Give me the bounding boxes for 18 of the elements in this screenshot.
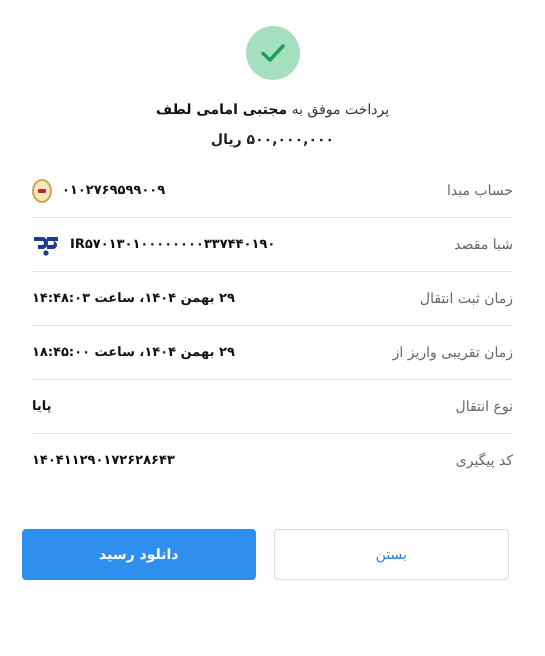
close-button[interactable]: بستن — [274, 529, 509, 580]
detail-value: ۲۹ بهمن ۱۴۰۴، ساعت ۱۸:۴۵:۰۰ — [32, 345, 235, 360]
detail-label: زمان ثبت انتقال — [420, 290, 513, 306]
detail-value: ۱۴۰۴۱۱۲۹۰۱۷۲۶۲۸۶۴۳ — [32, 453, 175, 468]
success-check-icon — [246, 26, 300, 80]
payment-title: پرداخت موفق به مجتبی امامی لطف — [156, 102, 390, 118]
detail-value: IR۵۷۰۱۳۰۱۰۰۰۰۰۰۰۰۳۳۷۴۴۰۱۹۰ — [70, 237, 276, 252]
detail-label: شبا مقصد — [454, 236, 513, 252]
detail-value: ۰۱۰۲۷۶۹۵۹۹۰۰۹ — [62, 183, 166, 198]
detail-label: حساب مبدا — [446, 182, 513, 198]
download-receipt-button[interactable]: دانلود رسید — [22, 529, 256, 580]
detail-value: ۲۹ بهمن ۱۴۰۴، ساعت ۱۴:۴۸:۰۳ — [32, 291, 235, 306]
detail-label: زمان تقریبی واریز از — [392, 344, 513, 360]
amount: ۵۰۰,۰۰۰,۰۰۰ ریال — [210, 132, 334, 148]
emblem-icon — [32, 178, 52, 202]
detail-label: نوع انتقال — [456, 398, 513, 414]
detail-value: پایا — [32, 399, 52, 414]
detail-label: کد پیگیری — [456, 452, 513, 468]
